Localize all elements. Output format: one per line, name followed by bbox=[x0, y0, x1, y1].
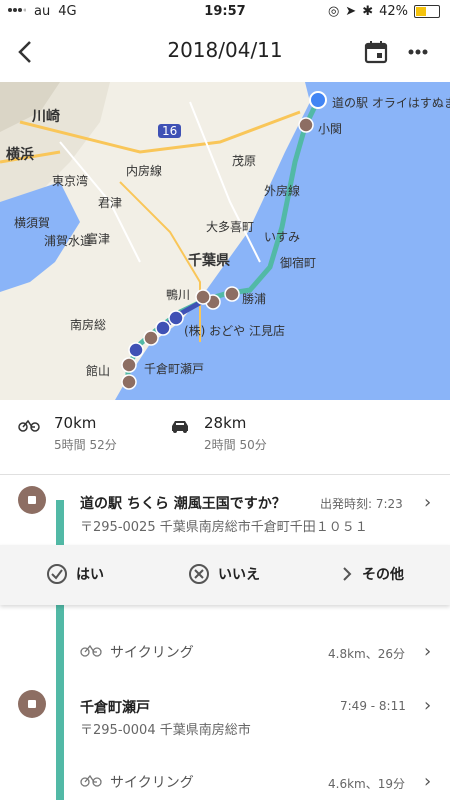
chevron-right-icon: › bbox=[424, 641, 432, 662]
calendar-icon bbox=[364, 41, 388, 64]
check-circle-icon bbox=[47, 564, 67, 584]
stop-1-time: 出発時刻: 7:23 bbox=[320, 497, 403, 511]
no-button[interactable]: いいえ bbox=[188, 563, 260, 585]
segment-2-info: 4.6km、19分 bbox=[328, 777, 405, 791]
car-duration: 2時間 50分 bbox=[204, 438, 267, 452]
calendar-button[interactable] bbox=[362, 38, 390, 66]
more-options-button[interactable] bbox=[404, 38, 432, 66]
segment-2-label: サイクリング bbox=[110, 775, 194, 791]
segment-1-info: 4.8km、26分 bbox=[328, 647, 405, 661]
stop-1-title: 道の駅 ちくら 潮風王国ですか？ bbox=[80, 496, 286, 512]
other-label: その他 bbox=[362, 567, 404, 583]
chevron-right-icon: › bbox=[424, 771, 432, 792]
yes-label: はい bbox=[76, 567, 104, 583]
car-icon bbox=[172, 421, 188, 433]
car-distance: 28km bbox=[204, 414, 247, 432]
no-label: いいえ bbox=[218, 567, 260, 583]
map-label-yokohama: 横浜 bbox=[6, 147, 34, 163]
status-bar: au 4G 19:57 ◎ ➤ ✱ 42% bbox=[0, 0, 450, 24]
map-label-uchibo-line: 内房線 bbox=[126, 164, 163, 178]
confirm-action-bar: はい いいえ その他 bbox=[0, 545, 450, 605]
stop-icon bbox=[18, 486, 46, 514]
chevron-right-icon: › bbox=[424, 492, 432, 513]
segment-1-label: サイクリング bbox=[110, 645, 194, 661]
map-label-kimitsu: 君津 bbox=[98, 196, 123, 210]
map-label-chikura-seto: 千倉町瀬戸 bbox=[144, 362, 205, 376]
map-label-minamiboso: 南房総 bbox=[70, 318, 107, 332]
yes-button[interactable]: はい bbox=[46, 563, 104, 585]
bike-distance: 70km bbox=[54, 414, 97, 432]
more-horizontal-icon bbox=[408, 49, 428, 55]
stop-2-time: 7:49 - 8:11 bbox=[340, 699, 406, 713]
app-bar: 2018/04/11 bbox=[0, 24, 450, 80]
map-label-orai-hasunuma: 道の駅 オライはすぬま bbox=[332, 96, 450, 110]
chevron-right-icon bbox=[343, 567, 352, 581]
bluetooth-icon: ✱ bbox=[362, 4, 374, 19]
stop-2-title: 千倉町瀬戸 bbox=[80, 700, 150, 716]
map-label-mobara: 茂原 bbox=[232, 154, 257, 168]
map-label-kamogawa: 鴨川 bbox=[166, 288, 191, 302]
map-label-katsuura: 勝浦 bbox=[242, 292, 267, 306]
map-label-sotobo-line: 外房線 bbox=[264, 184, 301, 198]
map-label-chiba: 千葉県 bbox=[188, 253, 230, 269]
map-label-yokosuka: 横須賀 bbox=[14, 216, 51, 230]
bicycle-icon bbox=[18, 419, 40, 432]
stop-icon bbox=[18, 690, 46, 718]
map-label-koseki: 小関 bbox=[318, 122, 343, 136]
map-label-tateyama: 館山 bbox=[86, 364, 111, 378]
map-label-otaki: 大多喜町 bbox=[206, 220, 255, 234]
map-label-uraga-channel: 浦賀水道 bbox=[44, 234, 93, 248]
bicycle-icon bbox=[80, 644, 102, 657]
other-button[interactable]: その他 bbox=[340, 563, 404, 585]
stop-2-address: 〒295-0004 千葉県南房総市 bbox=[80, 723, 251, 738]
trip-stats: 70km 5時間 52分 28km 2時間 50分 bbox=[0, 400, 450, 475]
close-circle-icon bbox=[189, 564, 209, 584]
bike-duration: 5時間 52分 bbox=[54, 438, 117, 452]
rotation-lock-icon: ◎ bbox=[327, 4, 340, 19]
bicycle-icon bbox=[80, 774, 102, 787]
map-label-isumi: いすみ bbox=[264, 230, 301, 244]
route-map[interactable]: 川崎 横浜 横須賀 君津 富津 千葉県 茂原 大多喜町 いすみ 御宿町 鴨川 勝… bbox=[0, 82, 450, 400]
map-label-onjuku: 御宿町 bbox=[280, 256, 317, 270]
map-label-tokyo-bay: 東京湾 bbox=[52, 174, 89, 188]
stop-1-address: 〒295-0025 千葉県南房総市千倉町千田１０５１ bbox=[80, 520, 368, 535]
chevron-right-icon: › bbox=[424, 695, 432, 716]
battery-icon bbox=[414, 5, 440, 18]
map-label-route-16: 16 bbox=[158, 124, 182, 138]
map-label-odoya: (株) おどや 江見店 bbox=[184, 324, 285, 338]
status-right: ◎ ➤ ✱ 42% bbox=[328, 4, 440, 19]
map-label-kawasaki: 川崎 bbox=[32, 109, 60, 125]
battery-percent: 42% bbox=[379, 4, 408, 19]
location-arrow-icon: ➤ bbox=[345, 4, 357, 19]
